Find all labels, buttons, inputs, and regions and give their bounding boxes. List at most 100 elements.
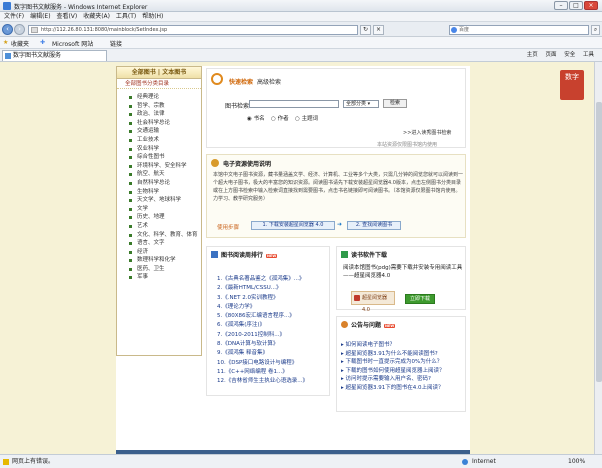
- fav-microsoft[interactable]: Microsoft 网站: [52, 39, 93, 48]
- menu-help[interactable]: 帮助(H): [142, 12, 163, 22]
- category-item[interactable]: 天文学、地球科学: [129, 196, 201, 205]
- category-item[interactable]: 文化、科学、教育、体育: [129, 231, 201, 240]
- fav-links[interactable]: 链接: [110, 39, 122, 48]
- duxiu-link[interactable]: >>进入读秀图书检索: [403, 129, 451, 136]
- faq-item[interactable]: ▸ 超星阅览器3.91为什么不能阅读图书?: [341, 350, 465, 359]
- ranking-item[interactable]: 6.《孤鸿集(序注)》: [217, 321, 329, 330]
- vertical-scrollbar[interactable]: [594, 62, 602, 454]
- category-list: 经典理论 哲学、宗教 政治、法律 社会科学总论 交通运输 工业技术 农业科学 综…: [117, 89, 201, 282]
- category-item[interactable]: 政治、法律: [129, 110, 201, 119]
- ranking-item[interactable]: 9.《孤鸿集 释音集》: [217, 349, 329, 358]
- favorites-button[interactable]: 收藏夹: [11, 39, 29, 48]
- ranking-item[interactable]: 4.《理论力学》: [217, 303, 329, 312]
- safety-menu[interactable]: 安全: [564, 52, 575, 58]
- page-viewport: 数字 全部图书 | 文本图书 全部图书分类目录 经典理论 哲学、宗教 政治、法律…: [0, 62, 594, 454]
- close-button[interactable]: ×: [584, 1, 598, 10]
- book-search-input[interactable]: [249, 100, 339, 108]
- ranking-new-badge: NEW: [266, 253, 278, 258]
- step-download-button[interactable]: 1. 下载安装超星阅览器 4.0: [251, 221, 335, 230]
- faq-title-text: 公告与问题: [351, 322, 382, 329]
- zoom-level[interactable]: 100%: [568, 455, 585, 468]
- ranking-item[interactable]: 10.《DSP接口电路设计与编程》: [217, 359, 329, 368]
- faq-item[interactable]: ▸ 下载的图书如何使用超星阅览器上阅读？: [341, 367, 465, 376]
- faq-item[interactable]: ▸ 如何阅读电子图书？: [341, 341, 465, 350]
- book-icon: [211, 251, 218, 258]
- home-button[interactable]: 主页: [527, 52, 538, 58]
- ranking-item[interactable]: 3.《.NET 2.0实训教程》: [217, 294, 329, 303]
- faq-item-text: 访问时提示需要输入用户名、密码?: [345, 376, 431, 382]
- category-item[interactable]: 经济: [129, 248, 201, 257]
- radio-subject[interactable]: ○ 主题词: [295, 114, 318, 122]
- category-item[interactable]: 工业技术: [129, 136, 201, 145]
- scroll-thumb[interactable]: [596, 102, 602, 382]
- ranking-item[interactable]: 2.《最新HTML/CSSU...》: [217, 284, 329, 293]
- category-item[interactable]: 社会科学总论: [129, 119, 201, 128]
- page-icon: [31, 27, 38, 33]
- radio-author-label: 作者: [277, 116, 289, 122]
- category-item[interactable]: 自然科学总论: [129, 179, 201, 188]
- refresh-button[interactable]: ↻: [360, 25, 371, 35]
- ranking-item[interactable]: 8.《DNA计算与软计算》: [217, 340, 329, 349]
- ie-icon: [3, 2, 11, 10]
- faq-item[interactable]: ▸ 访问时提示需要输入用户名、密码?: [341, 375, 465, 384]
- radio-author[interactable]: ○ 作者: [271, 114, 289, 122]
- radio-title[interactable]: ◉ 书名: [247, 114, 265, 122]
- add-favorite-icon[interactable]: ✚: [40, 39, 45, 46]
- ranking-item[interactable]: 12.《吉林省师生主执业心语选录...》: [217, 377, 329, 386]
- menu-tools[interactable]: 工具(T): [116, 12, 136, 22]
- forward-button[interactable]: ›: [14, 24, 25, 35]
- tab-current[interactable]: 数字图书文献服务: [2, 50, 107, 61]
- ranking-panel: 图书阅读周排行 NEW 1.《古典名著品鉴之《孤鸿集》...》 2.《最新HTML…: [206, 246, 330, 396]
- category-item[interactable]: 环境科学、安全科学: [129, 162, 201, 171]
- menu-favorites[interactable]: 收藏夹(A): [83, 12, 110, 22]
- status-bar: 网页上有错误。 Internet 100%: [0, 454, 602, 468]
- step-find-button[interactable]: 2. 查找阅读图书: [347, 221, 401, 230]
- tab-advanced-search[interactable]: 高级检索: [257, 77, 281, 86]
- menu-edit[interactable]: 编辑(E): [30, 12, 50, 22]
- category-item[interactable]: 农业科学: [129, 145, 201, 154]
- category-item[interactable]: 航空、航天: [129, 170, 201, 179]
- stop-button[interactable]: ×: [373, 25, 384, 35]
- category-item[interactable]: 经典理论: [129, 93, 201, 102]
- ranking-item[interactable]: 7.《2010-2011控制科...》: [217, 331, 329, 340]
- ranking-item[interactable]: 5.《80X86宏汇编语言程序...》: [217, 312, 329, 321]
- download-icon: [341, 251, 348, 258]
- radio-subject-label: 主题词: [301, 116, 319, 122]
- warning-icon[interactable]: [3, 459, 9, 465]
- download-title: 读书软件下载: [351, 252, 388, 259]
- back-button[interactable]: ‹: [2, 24, 13, 35]
- window-title: 数字图书文献服务 - Windows Internet Explorer: [14, 4, 148, 11]
- search-button[interactable]: 检索: [383, 99, 407, 108]
- category-item[interactable]: 文学: [129, 205, 201, 214]
- tab-all-books[interactable]: 全部图书: [132, 69, 156, 76]
- category-item[interactable]: 生物科学: [129, 188, 201, 197]
- category-item[interactable]: 哲学、宗教: [129, 102, 201, 111]
- ranking-item[interactable]: 1.《古典名著品鉴之《孤鸿集》...》: [217, 275, 329, 284]
- download-now-button[interactable]: 立即下载: [405, 294, 435, 304]
- tab-quick-search[interactable]: 快速检索: [229, 77, 253, 86]
- minimize-button[interactable]: –: [554, 1, 568, 10]
- category-item[interactable]: 军事: [129, 273, 201, 282]
- maximize-button[interactable]: □: [569, 1, 583, 10]
- category-item[interactable]: 历史、地理: [129, 213, 201, 222]
- menu-view[interactable]: 查看(V): [56, 12, 77, 22]
- category-item[interactable]: 数理科学和化学: [129, 256, 201, 265]
- tab-text-books[interactable]: 文本图书: [162, 69, 186, 76]
- address-input[interactable]: http://112.26.80.131:8080/mainblock/SetI…: [28, 25, 358, 35]
- menu-file[interactable]: 文件(F): [4, 12, 24, 22]
- category-item[interactable]: 语言、文字: [129, 239, 201, 248]
- faq-item[interactable]: ▸ 下载图书时一直提示完成为0%为什么？: [341, 358, 465, 367]
- search-icon[interactable]: ⌕: [591, 25, 600, 35]
- globe-icon: [462, 459, 468, 465]
- category-item[interactable]: 综合性图书: [129, 153, 201, 162]
- category-item[interactable]: 艺术: [129, 222, 201, 231]
- category-nav: 全部图书 | 文本图书 全部图书分类目录 经典理论 哲学、宗教 政治、法律 社会…: [116, 66, 202, 356]
- tools-menu[interactable]: 工具: [583, 52, 594, 58]
- category-select[interactable]: 全部分类 ▾: [343, 100, 379, 108]
- page-menu[interactable]: 页面: [545, 52, 556, 58]
- search-input[interactable]: 百度: [449, 25, 589, 35]
- faq-item[interactable]: ▸ 超星阅览器3.91下的图书在4.0上阅读？: [341, 384, 465, 393]
- category-item[interactable]: 交通运输: [129, 127, 201, 136]
- category-item[interactable]: 医药、卫生: [129, 265, 201, 274]
- ranking-item[interactable]: 11.《C++网络编程 卷1...》: [217, 368, 329, 377]
